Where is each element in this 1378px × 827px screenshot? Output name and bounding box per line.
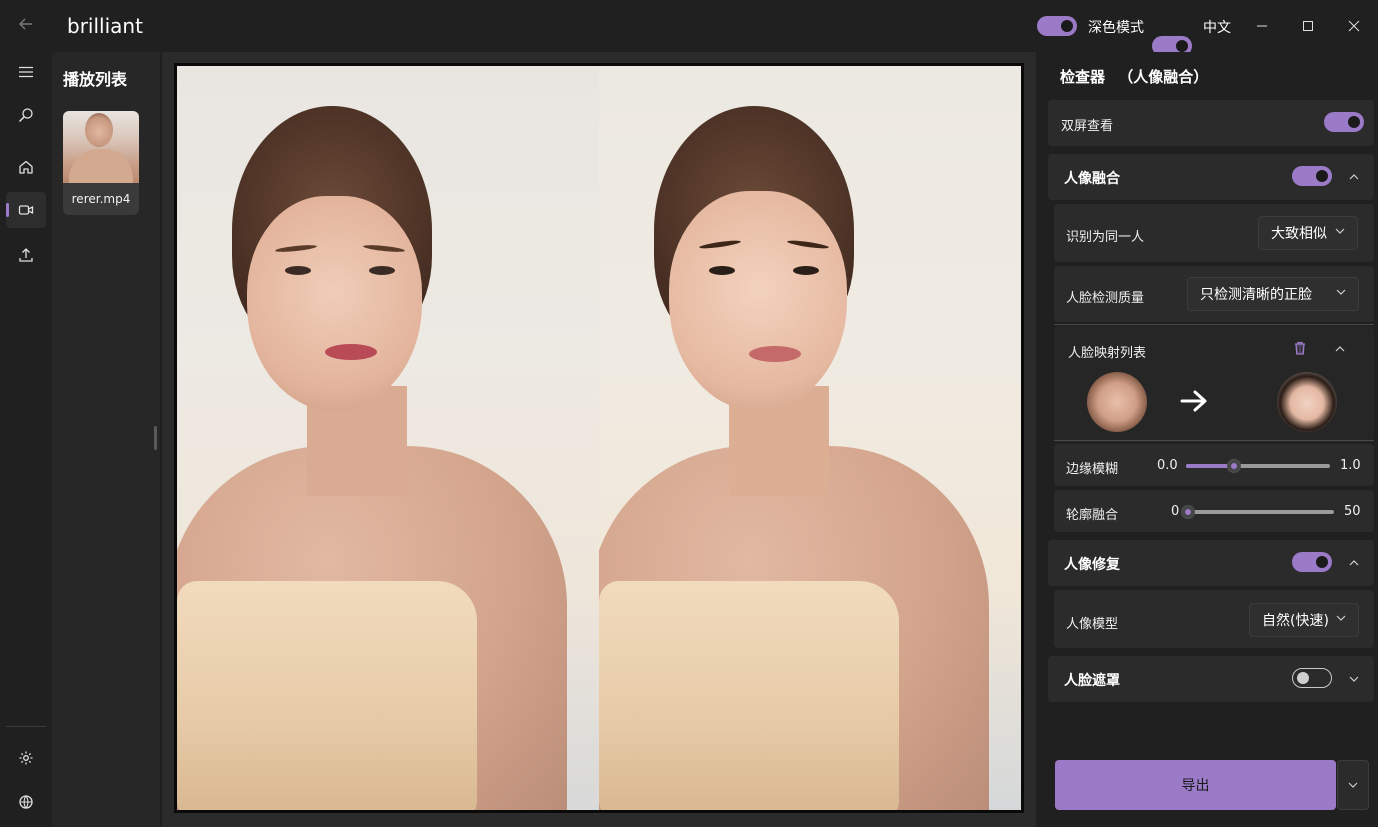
dark-mode-label: 深色模式 [1088,20,1144,36]
nav-rail [0,52,52,827]
upload-icon [19,248,33,262]
dual-screen-toggle[interactable] [1324,112,1364,132]
face-fusion-label: 人像融合 [1064,171,1120,187]
title-bar: brilliant 深色模式 中文 [0,0,1378,56]
chevron-down-icon[interactable] [1346,671,1362,687]
playlist-item-thumbnail [63,111,139,183]
chevron-down-icon [1336,613,1346,624]
nav-menu-button[interactable] [6,54,46,90]
contour-blend-slider[interactable] [1181,505,1334,519]
video-preview[interactable] [174,63,1024,813]
app-title: brilliant [67,14,143,38]
playlist-title: 播放列表 [63,70,128,89]
dual-screen-label: 双屏查看 [1061,119,1114,134]
face-mapping-section: 人脸映射列表 [1054,324,1374,442]
close-button[interactable] [1331,10,1377,42]
same-person-dropdown[interactable]: 大致相似 [1258,216,1358,250]
inspector-subtitle: （人像融合） [1118,68,1209,86]
minimize-button[interactable] [1239,10,1285,42]
face-mask-toggle[interactable] [1292,668,1332,688]
close-icon [1348,20,1360,32]
back-arrow-icon [19,18,32,30]
face-mapping-label: 人脸映射列表 [1068,346,1147,361]
edge-blur-label: 边缘模糊 [1066,462,1119,477]
chevron-down-icon [1348,782,1358,788]
chevron-up-icon[interactable] [1346,169,1362,185]
original-video-pane [177,66,599,810]
same-person-value: 大致相似 [1271,226,1327,242]
target-face-avatar[interactable] [1277,372,1337,432]
nav-settings-button[interactable] [6,740,46,776]
detect-quality-dropdown[interactable]: 只检测清晰的正脸 [1187,277,1359,311]
detect-quality-row: 人脸检测质量 只检测清晰的正脸 [1054,266,1374,322]
same-person-label: 识别为同一人 [1066,230,1145,245]
video-camera-icon [18,205,34,215]
playlist-item-label: rerer.mp4 [71,192,131,206]
contour-blend-thumb[interactable] [1181,505,1195,519]
minimize-icon [1257,25,1267,27]
language-label: 中文 [1203,20,1231,36]
dual-screen-row: 双屏查看 [1048,100,1374,146]
export-button[interactable]: 导出 [1055,760,1336,810]
face-restore-header[interactable]: 人像修复 [1048,540,1374,586]
inspector-title-text: 检查器 [1060,68,1106,86]
edge-blur-thumb[interactable] [1227,459,1241,473]
export-options-button[interactable] [1337,760,1369,810]
face-restore-label: 人像修复 [1064,557,1120,573]
detect-quality-value: 只检测清晰的正脸 [1200,287,1312,303]
inspector-title: 检查器 （人像融合） [1060,66,1208,87]
home-icon [19,160,33,174]
nav-video-button[interactable] [6,192,46,228]
chevron-up-icon[interactable] [1346,555,1362,571]
globe-icon [19,795,33,809]
contour-blend-row: 轮廓融合 0 50 [1054,490,1374,532]
chevron-down-icon [1336,287,1346,298]
face-mask-header[interactable]: 人脸遮罩 [1048,656,1374,702]
divider [1054,324,1374,325]
dark-mode-toggle[interactable] [1037,16,1077,36]
nav-upload-button[interactable] [6,237,46,273]
face-model-label: 人像模型 [1066,617,1119,632]
playlist-item[interactable]: rerer.mp4 [63,111,139,215]
face-fusion-header[interactable]: 人像融合 [1048,154,1374,200]
gear-icon [19,751,33,765]
face-model-row: 人像模型 自然(快速) [1054,590,1374,648]
search-icon [18,108,33,123]
face-model-value: 自然(快速) [1262,613,1329,629]
contour-blend-min: 0 [1171,504,1180,519]
face-model-dropdown[interactable]: 自然(快速) [1249,603,1359,637]
divider [1054,440,1374,441]
hamburger-icon [19,66,33,78]
edge-blur-max: 1.0 [1340,458,1361,473]
chevron-down-icon [1335,226,1345,237]
left-splitter-handle[interactable] [154,426,157,450]
contour-blend-label: 轮廓融合 [1066,508,1119,523]
chevron-up-icon[interactable] [1332,341,1348,357]
nav-search-button[interactable] [6,97,46,133]
nav-home-button[interactable] [6,149,46,185]
maximize-button[interactable] [1285,10,1331,42]
edge-blur-slider[interactable] [1186,459,1330,473]
detect-quality-label: 人脸检测质量 [1066,291,1145,306]
trash-icon[interactable] [1292,340,1310,358]
same-person-row: 识别为同一人 大致相似 [1054,204,1374,262]
result-video-pane [599,66,1021,810]
inspector-panel: 检查器 （人像融合） 双屏查看 人像融合 识别为同一人 大致相似 人脸检测质量 … [1036,52,1378,827]
nav-divider [6,726,46,727]
contour-blend-max: 50 [1344,504,1361,519]
maximize-icon [1303,21,1313,31]
nav-globe-button[interactable] [6,784,46,820]
source-face-avatar[interactable] [1087,372,1147,432]
arrow-right-icon [1180,390,1208,416]
back-button[interactable] [8,8,44,40]
face-mask-label: 人脸遮罩 [1064,673,1120,689]
face-fusion-toggle[interactable] [1292,166,1332,186]
playlist-panel: 播放列表 rerer.mp4 [52,52,160,827]
face-restore-toggle[interactable] [1292,552,1332,572]
edge-blur-min: 0.0 [1157,458,1178,473]
edge-blur-row: 边缘模糊 0.0 1.0 [1054,444,1374,486]
